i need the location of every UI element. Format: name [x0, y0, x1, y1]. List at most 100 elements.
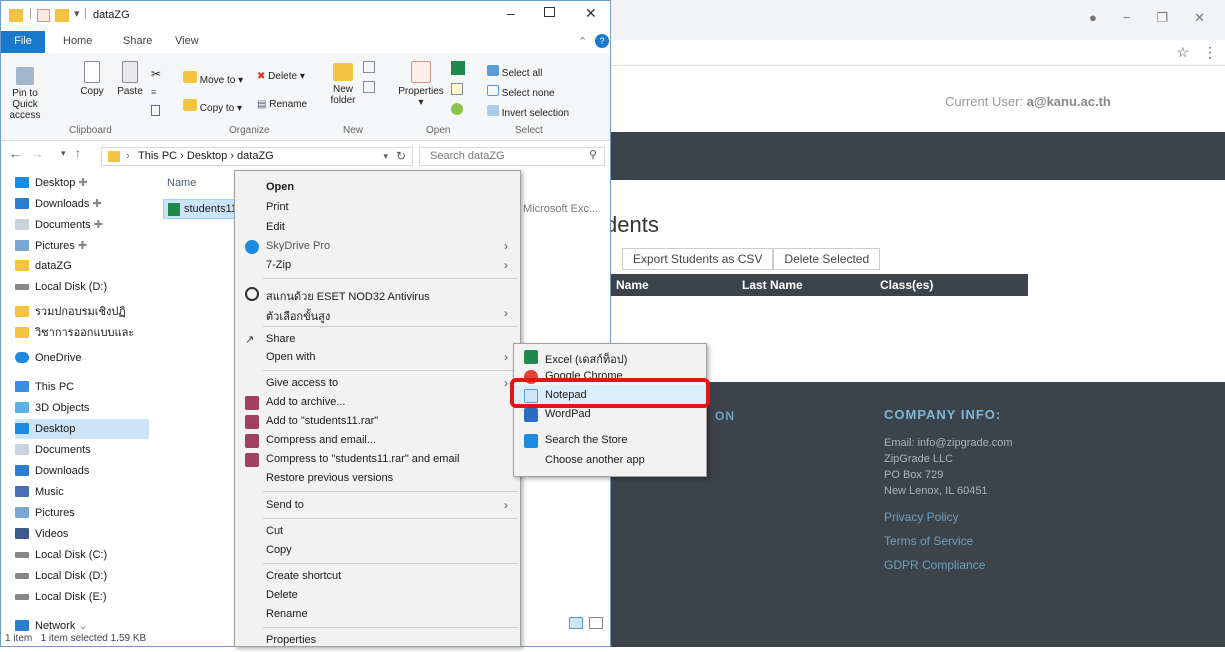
nav-item-local-disk-e[interactable]: Local Disk (E:): [15, 587, 149, 607]
tab-share[interactable]: Share: [123, 35, 152, 47]
folder-icon: [108, 151, 120, 162]
minimize-button[interactable]: −: [1123, 10, 1131, 26]
tab-view[interactable]: View: [175, 35, 199, 47]
bookmark-star-icon[interactable]: ☆: [1176, 44, 1189, 61]
menu-item-open-with[interactable]: Open with ›: [235, 347, 520, 369]
edit-icon[interactable]: [451, 83, 463, 95]
account-icon[interactable]: ●: [1089, 10, 1097, 26]
nav-item-desktop-selected[interactable]: Desktop: [15, 419, 149, 439]
new-folder-button[interactable]: New folder: [325, 63, 361, 106]
nav-item-documents[interactable]: Documents ✚: [15, 214, 149, 234]
delete-button[interactable]: ✖ Delete ▾: [257, 71, 305, 82]
delete-selected-button[interactable]: Delete Selected: [773, 248, 881, 270]
privacy-policy-link[interactable]: Privacy Policy: [884, 510, 959, 524]
back-arrow-icon[interactable]: ←: [9, 146, 22, 161]
maximize-button[interactable]: [544, 7, 555, 17]
restore-button[interactable]: ❐: [1156, 10, 1168, 26]
terms-link[interactable]: Terms of Service: [884, 534, 973, 548]
column-last-name[interactable]: Last Name: [742, 278, 803, 292]
menu-item-send-to[interactable]: Send to ›: [235, 495, 520, 517]
nav-item-this-pc[interactable]: This PC: [15, 377, 149, 397]
copy-to-button[interactable]: Copy to ▾: [183, 99, 242, 114]
company-email[interactable]: Email: info@zipgrade.com: [884, 437, 1013, 449]
select-none-button[interactable]: Select none: [487, 85, 555, 99]
properties-button[interactable]: Properties ▾: [397, 61, 445, 108]
details-view-icon[interactable]: [569, 617, 583, 629]
customize-toolbar-icon[interactable]: ▾: [74, 7, 80, 20]
menu-item-print[interactable]: Print: [235, 197, 520, 219]
move-to-button[interactable]: Move to ▾: [183, 71, 243, 86]
copy-button[interactable]: Copy: [77, 61, 107, 97]
export-csv-button[interactable]: Export Students as CSV: [622, 248, 774, 270]
new-item-icon[interactable]: [363, 61, 375, 73]
properties-quick-icon[interactable]: [37, 9, 50, 22]
history-icon[interactable]: [451, 103, 463, 115]
breadcrumb-this-pc[interactable]: This PC: [138, 150, 177, 162]
minimize-button[interactable]: –: [507, 5, 515, 21]
menu-item-advanced-options[interactable]: ตัวเลือกขั้นสูง ›: [235, 303, 520, 325]
excel-open-icon[interactable]: [451, 61, 465, 75]
nav-item-downloads-pc[interactable]: Downloads: [15, 461, 149, 481]
choose-another-app[interactable]: Choose another app: [514, 450, 706, 472]
nav-item-thai-folder-1[interactable]: รวมปกอบรมเชิงปฏิ: [15, 298, 149, 318]
refresh-icon[interactable]: ↻: [396, 149, 406, 163]
nav-item-videos[interactable]: Videos: [15, 524, 149, 544]
large-icons-view-icon[interactable]: [589, 617, 603, 629]
nav-item-pictures-pc[interactable]: Pictures: [15, 503, 149, 523]
new-folder-quick-icon[interactable]: [55, 9, 69, 22]
search-the-store[interactable]: Search the Store: [514, 430, 706, 452]
paste-button[interactable]: Paste: [115, 61, 145, 97]
tab-file[interactable]: File: [1, 31, 45, 53]
nav-item-downloads[interactable]: Downloads ✚: [15, 193, 149, 213]
collapse-ribbon-icon[interactable]: ⌃: [578, 35, 587, 48]
column-classes[interactable]: Class(es): [880, 278, 933, 292]
breadcrumb-datazg[interactable]: dataZG: [237, 150, 274, 162]
cube-icon: [15, 402, 29, 413]
breadcrumb-desktop[interactable]: Desktop: [187, 150, 227, 162]
nav-item-desktop[interactable]: Desktop ✚: [15, 172, 149, 192]
pin-quick-access-button[interactable]: Pin to Quick access: [5, 67, 45, 121]
invert-selection-button[interactable]: Invert selection: [487, 105, 569, 119]
column-name[interactable]: Name: [616, 278, 649, 292]
recent-locations-icon[interactable]: ▾: [61, 148, 66, 159]
address-bar[interactable]: ☆ ⋮: [600, 40, 1225, 66]
menu-dots-icon[interactable]: ⋮: [1203, 44, 1217, 61]
menu-item-open[interactable]: Open: [235, 177, 520, 199]
nav-item-thai-folder-2[interactable]: วิชาการออกแบบและ: [15, 319, 149, 339]
address-dropdown-icon[interactable]: ▾: [383, 151, 388, 162]
nav-item-documents-pc[interactable]: Documents: [15, 440, 149, 460]
menu-item-rename[interactable]: Rename: [235, 604, 520, 626]
up-arrow-icon[interactable]: ↑: [75, 146, 81, 160]
menu-item-properties[interactable]: Properties: [235, 630, 520, 652]
tab-home[interactable]: Home: [63, 35, 92, 47]
help-icon[interactable]: ?: [595, 34, 609, 48]
file-row-selected[interactable]: students11: [163, 199, 243, 219]
menu-item-restore-versions[interactable]: Restore previous versions: [235, 468, 520, 490]
nav-item-network[interactable]: Network ⌄: [15, 615, 149, 635]
nav-item-music[interactable]: Music: [15, 482, 149, 502]
select-all-button[interactable]: Select all: [487, 65, 542, 79]
search-input[interactable]: Search dataZG: [419, 147, 605, 166]
forward-arrow-icon[interactable]: →: [31, 146, 44, 161]
nav-item-local-disk-d-pc[interactable]: Local Disk (D:): [15, 566, 149, 586]
rename-button[interactable]: ▤ Rename: [257, 99, 307, 110]
nav-item-local-disk-c[interactable]: Local Disk (C:): [15, 545, 149, 565]
nav-item-local-disk-d[interactable]: Local Disk (D:): [15, 277, 149, 297]
menu-item-7zip[interactable]: 7-Zip ›: [235, 255, 520, 277]
breadcrumb[interactable]: › This PC › Desktop › dataZG ▾ ↻: [101, 147, 413, 166]
easy-access-icon[interactable]: [363, 81, 375, 93]
close-button[interactable]: ✕: [1194, 10, 1205, 26]
cut-icon[interactable]: ✂: [151, 67, 161, 81]
paste-shortcut-icon[interactable]: [151, 105, 160, 116]
open-with-excel[interactable]: Excel (เดสก์ท็อป): [514, 346, 706, 368]
nav-item-datazg[interactable]: dataZG: [15, 256, 149, 276]
nav-item-pictures[interactable]: Pictures ✚: [15, 235, 149, 255]
menu-item-eset-scan[interactable]: สแกนด้วย ESET NOD32 Antivirus: [235, 283, 520, 305]
nav-item-3d-objects[interactable]: 3D Objects: [15, 398, 149, 418]
close-button[interactable]: ✕: [585, 5, 597, 22]
gdpr-link[interactable]: GDPR Compliance: [884, 558, 985, 572]
column-header-name[interactable]: Name: [167, 177, 196, 189]
menu-item-copy[interactable]: Copy: [235, 540, 520, 562]
copy-path-icon[interactable]: ≡: [151, 87, 156, 97]
nav-item-onedrive[interactable]: OneDrive: [15, 348, 149, 368]
